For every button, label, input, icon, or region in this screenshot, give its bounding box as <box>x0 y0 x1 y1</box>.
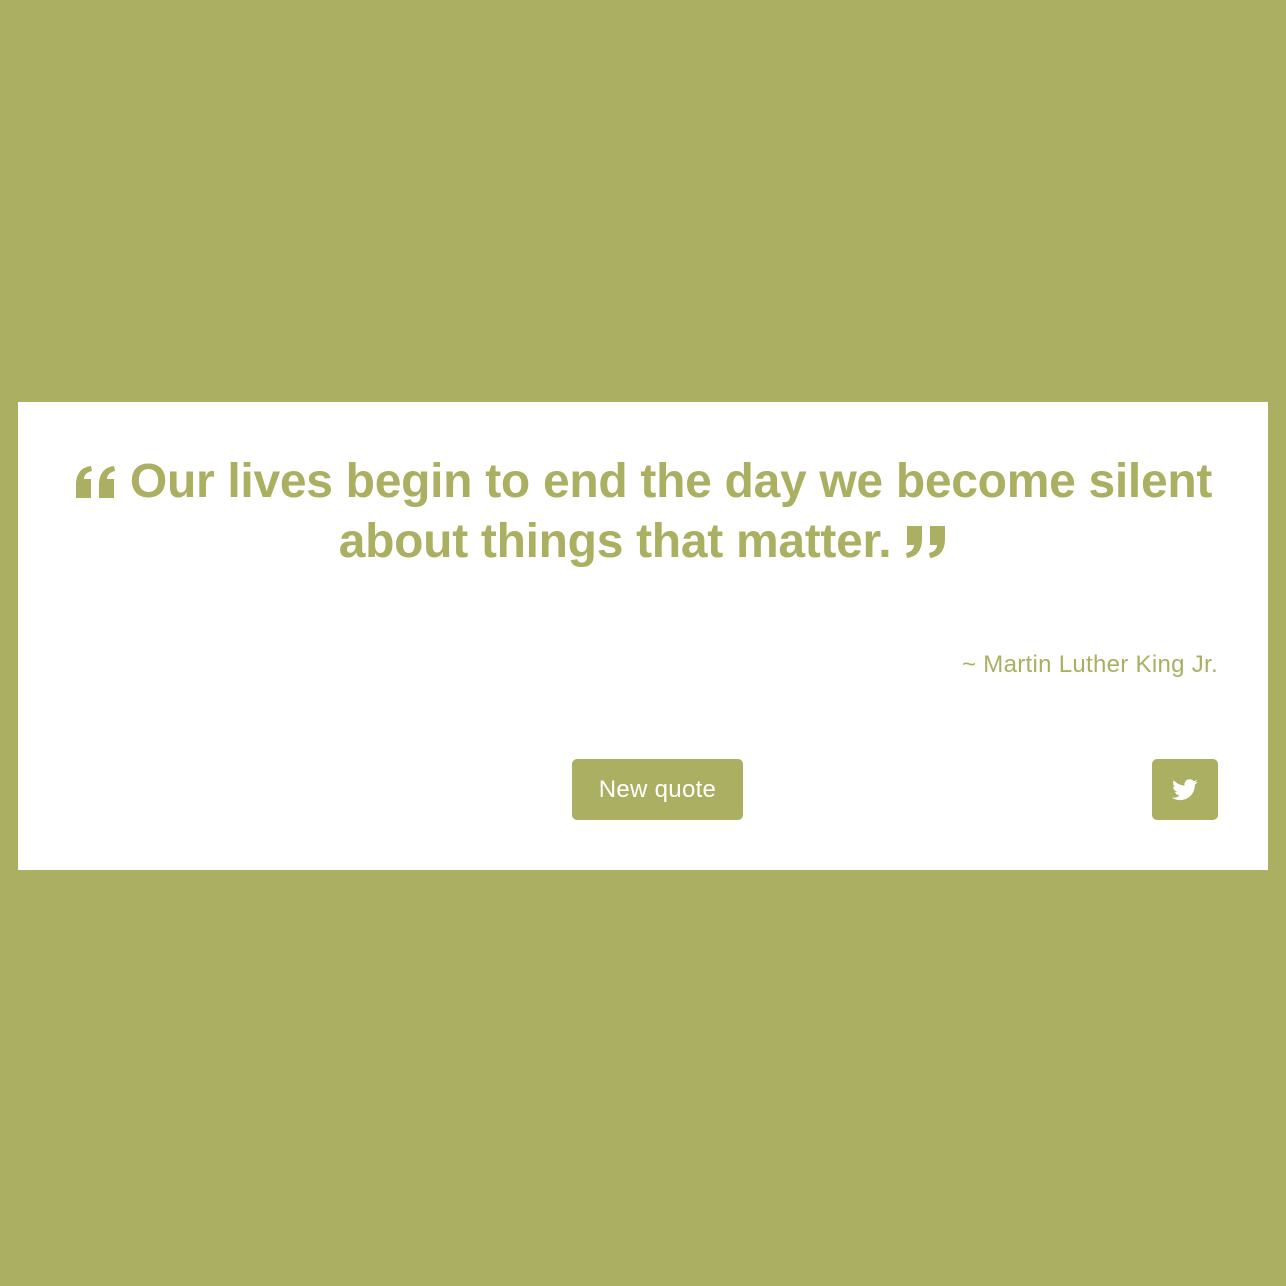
quote-text-block: Our lives begin to end the day we become… <box>68 452 1218 572</box>
new-quote-button[interactable]: New quote <box>572 759 743 820</box>
quote-author: ~ Martin Luther King Jr. <box>962 651 1218 678</box>
twitter-icon <box>1172 778 1198 800</box>
close-quote-icon <box>906 526 946 558</box>
quote-box: Our lives begin to end the day we become… <box>18 402 1268 870</box>
quote-text: Our lives begin to end the day we become… <box>129 455 1213 568</box>
tweet-button[interactable] <box>1152 759 1218 820</box>
open-quote-icon <box>75 466 115 498</box>
